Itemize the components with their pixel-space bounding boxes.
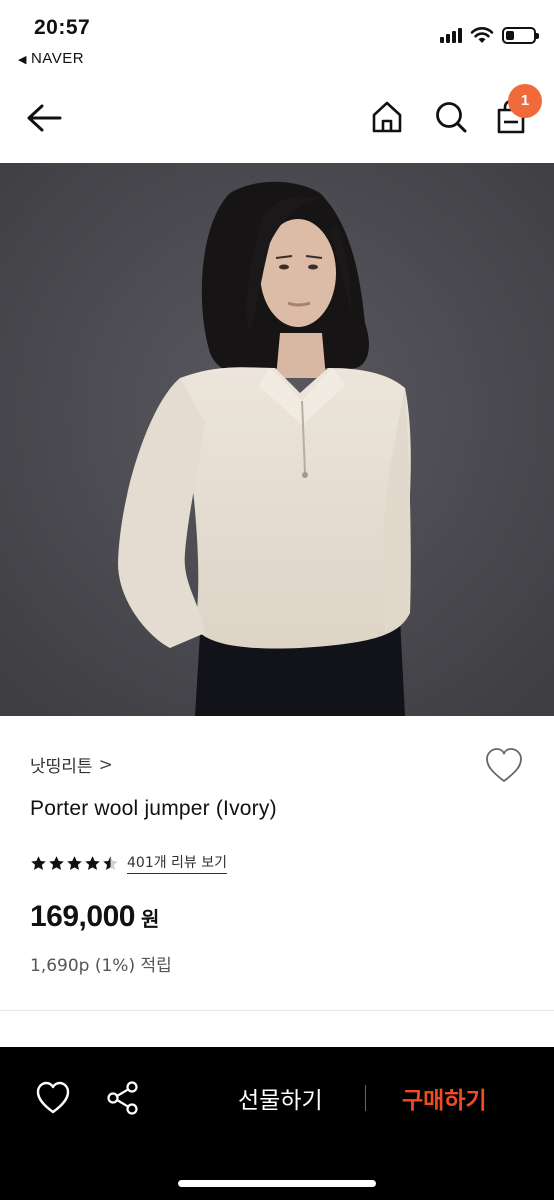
share-icon[interactable]: [104, 1079, 142, 1117]
back-to-app-link[interactable]: ◀ NAVER: [18, 50, 84, 67]
separator: [365, 1085, 366, 1111]
bottom-action-bar: 선물하기 구매하기: [0, 1047, 554, 1200]
star-icon: [49, 855, 64, 870]
star-icon: [31, 855, 46, 870]
cart-count-badge: 1: [508, 84, 542, 118]
star-icon: [67, 855, 82, 870]
cellular-signal-icon: [440, 27, 462, 43]
heart-icon[interactable]: [34, 1079, 72, 1117]
product-image[interactable]: [0, 163, 554, 716]
product-photo-illustration: [0, 163, 554, 716]
battery-icon: [502, 26, 539, 44]
back-app-label: NAVER: [30, 50, 85, 67]
chevron-right-icon: >: [98, 754, 113, 775]
price: 169,000 원: [30, 900, 159, 934]
wifi-icon: [470, 27, 494, 43]
star-icon: [85, 855, 100, 870]
price-unit: 원: [140, 907, 160, 931]
status-time: 20:57: [34, 16, 91, 39]
points-info: 1,690p (1%) 적립: [30, 956, 172, 976]
divider: [0, 1010, 554, 1011]
buy-button[interactable]: 구매하기: [402, 1081, 487, 1115]
brand-name: 낫띵리튼: [30, 757, 93, 777]
home-icon[interactable]: [368, 98, 406, 136]
status-icons: [440, 26, 539, 44]
star-icon: [103, 855, 118, 870]
arrow-left-icon[interactable]: [24, 98, 64, 138]
search-icon[interactable]: [432, 98, 470, 136]
gift-button[interactable]: 선물하기: [238, 1081, 323, 1115]
status-bar: 20:57 ◀ NAVER: [0, 0, 554, 75]
price-value: 169,000: [30, 900, 135, 933]
top-navigation: [0, 80, 554, 160]
heart-icon[interactable]: [484, 746, 524, 786]
back-triangle-icon: ◀: [18, 54, 27, 66]
brand-link[interactable]: 낫띵리튼 >: [30, 752, 113, 778]
product-title: Porter wool jumper (Ivory): [30, 797, 277, 820]
home-indicator: [178, 1180, 376, 1187]
review-link[interactable]: 401개 리뷰 보기: [127, 852, 228, 874]
rating-row: 401개 리뷰 보기: [30, 852, 228, 874]
rating-stars: [30, 855, 119, 872]
